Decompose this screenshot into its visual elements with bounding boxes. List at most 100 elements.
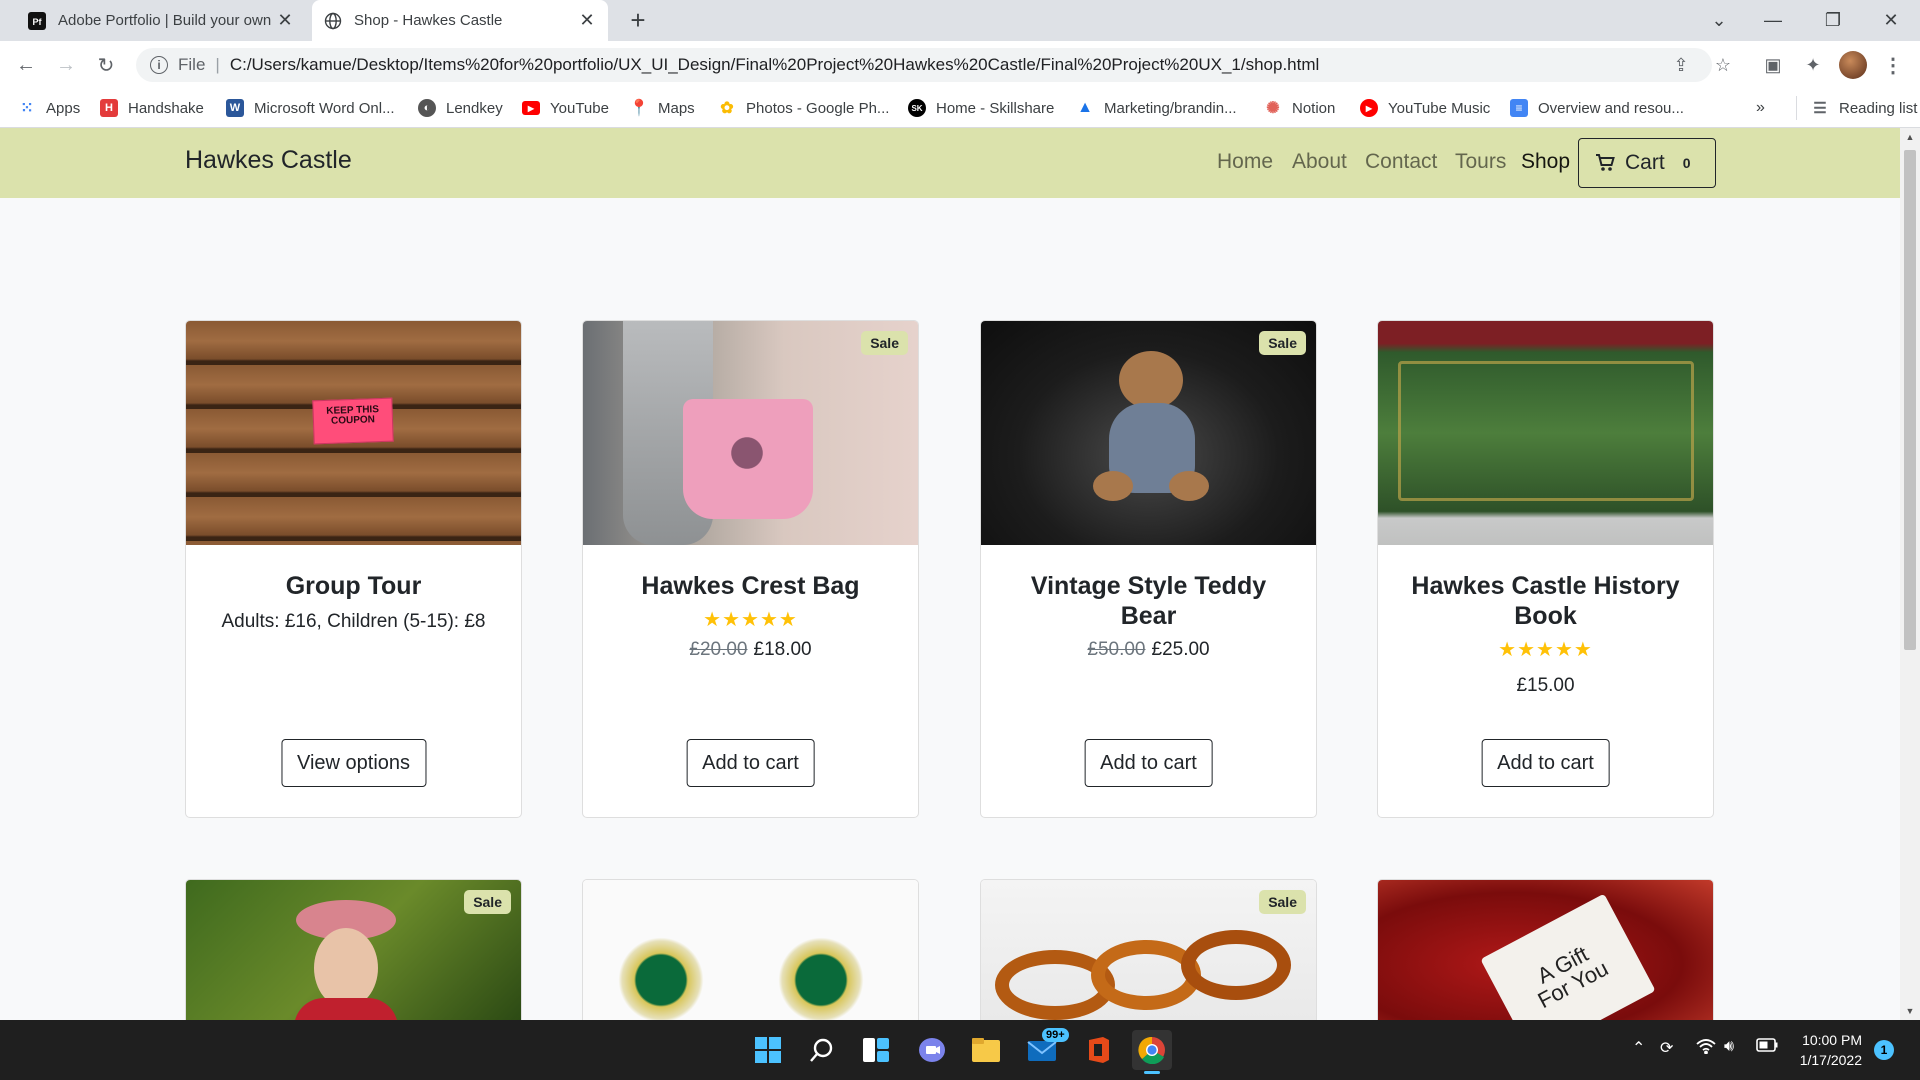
wood-coupon-photo[interactable]: KEEP THIS COUPON [186, 321, 521, 545]
bookmark-word[interactable]: W Microsoft Word Onl... [226, 89, 395, 127]
scrollbar-thumb[interactable] [1904, 150, 1916, 650]
close-tab-icon[interactable]: ✕ [276, 10, 294, 31]
add-to-cart-button[interactable]: Add to cart [1084, 739, 1213, 787]
tab-title: Shop - Hawkes Castle [354, 12, 503, 29]
product-price: £15.00 [1516, 675, 1575, 696]
office-icon[interactable] [1078, 1030, 1118, 1070]
search-icon[interactable] [802, 1030, 842, 1070]
widgets-icon[interactable] [856, 1030, 896, 1070]
handshake-icon: H [100, 99, 118, 117]
bookmark-drive[interactable]: ▲ Marketing/brandin... [1076, 89, 1237, 127]
nav-link-home[interactable]: Home [1217, 150, 1273, 174]
file-explorer-icon[interactable] [966, 1030, 1006, 1070]
bookmark-label: YouTube [550, 99, 609, 117]
windows-start-icon[interactable] [748, 1030, 788, 1070]
bookmark-apps[interactable]: ⁙ Apps [18, 89, 80, 127]
bookmark-lendkey[interactable]: ◐ Lendkey [418, 89, 503, 127]
green-book-photo[interactable] [1378, 321, 1713, 545]
bookmark-handshake[interactable]: H Handshake [100, 89, 204, 127]
bookmark-label: Notion [1292, 99, 1336, 117]
sale-badge: Sale [464, 890, 511, 914]
system-clock[interactable]: 10:00 PM 1/17/2022 [1790, 1030, 1862, 1070]
view-options-button[interactable]: View options [280, 739, 427, 787]
tab-search-icon[interactable]: ⌄ [1692, 0, 1746, 41]
new-tab-button[interactable]: + [624, 6, 652, 34]
volume-icon[interactable]: 🔊︎ [1724, 1038, 1734, 1056]
bookmark-maps[interactable]: 📍 Maps [629, 89, 695, 127]
notification-badge[interactable]: 1 [1874, 1040, 1894, 1060]
apps-grid-icon: ⁙ [20, 100, 34, 117]
forward-icon[interactable]: → [50, 49, 82, 81]
amber-bracelet-photo[interactable]: Sale [981, 880, 1316, 1020]
chrome-icon[interactable] [1132, 1030, 1172, 1074]
doll-photo[interactable]: Sale [186, 880, 521, 1020]
adobe-portfolio-icon: Pf [28, 11, 46, 30]
url-text[interactable]: C:/Users/kamue/Desktop/Items%20for%20por… [230, 55, 1319, 75]
restore-icon[interactable]: ❐ [1806, 0, 1860, 41]
reload-icon[interactable]: ↻ [90, 49, 122, 81]
product-card-amber-bracelet: Sale [980, 879, 1317, 1020]
product-price: £20.00 £18.00 [603, 639, 898, 661]
nav-link-contact[interactable]: Contact [1365, 150, 1437, 174]
notion-icon: ✺ [1266, 100, 1280, 117]
scroll-down-icon[interactable]: ▼ [1905, 1006, 1915, 1016]
svg-text:Pf: Pf [33, 17, 43, 27]
scroll-up-icon[interactable]: ▲ [1905, 132, 1915, 142]
menu-kebab-icon[interactable]: ⋮ [1876, 47, 1910, 83]
share-icon[interactable]: ⇪ [1664, 47, 1698, 83]
bear-head [1119, 351, 1183, 409]
browser-tab-adobe-portfolio[interactable]: Pf Adobe Portfolio | Build your own ✕ [16, 0, 306, 41]
product-card-doll: Sale [185, 879, 522, 1020]
cart-button[interactable]: Cart 0 [1578, 138, 1716, 188]
bear-foot [1093, 471, 1133, 501]
nav-link-about[interactable]: About [1292, 150, 1347, 174]
separator: | [215, 55, 220, 74]
teddy-bear-photo[interactable]: Sale [981, 321, 1316, 545]
gift-tag-photo[interactable]: A Gift For You [1378, 880, 1713, 1020]
cart-label: Cart [1625, 151, 1665, 174]
sync-icon[interactable]: ⟳ [1660, 1038, 1673, 1058]
add-to-cart-button[interactable]: Add to cart [1481, 739, 1610, 787]
drive-icon: ▲ [1077, 99, 1093, 116]
bookmark-youtube[interactable]: ▶ YouTube [522, 89, 609, 127]
puzzle-extensions-icon[interactable]: ✦ [1796, 47, 1830, 83]
page-scrollbar[interactable]: ▲ ▼ [1900, 128, 1920, 1020]
bookmark-notion[interactable]: ✺ Notion [1264, 89, 1335, 127]
battery-icon[interactable] [1756, 1038, 1778, 1057]
nav-link-tours[interactable]: Tours [1455, 150, 1506, 174]
tab-title: Adobe Portfolio | Build your own [58, 12, 272, 29]
bookmark-photos[interactable]: ✿ Photos - Google Ph... [718, 89, 889, 127]
pink-bag-photo[interactable]: Sale [583, 321, 918, 545]
maps-icon: 📍 [629, 100, 649, 117]
bookmark-skillshare[interactable]: SK Home - Skillshare [908, 89, 1054, 127]
profile-avatar[interactable] [1836, 47, 1870, 83]
doll-face [314, 928, 378, 1008]
back-icon[interactable]: ← [10, 49, 42, 81]
reading-list-button[interactable]: ☰ Reading list [1796, 96, 1917, 120]
site-brand[interactable]: Hawkes Castle [185, 146, 352, 175]
mail-icon[interactable]: 99+ [1022, 1028, 1069, 1070]
minimize-icon[interactable]: — [1746, 0, 1800, 41]
product-card-crest-bag: Sale Hawkes Crest Bag ★★★★★ £20.00 £18.00… [582, 320, 919, 818]
wifi-icon[interactable] [1696, 1038, 1716, 1059]
add-to-cart-button[interactable]: Add to cart [686, 739, 815, 787]
browser-tab-strip: Pf Adobe Portfolio | Build your own ✕ Sh… [0, 0, 1920, 41]
extension-icon[interactable]: ▣ [1756, 47, 1790, 83]
bookmarks-overflow-button[interactable]: » [1756, 89, 1765, 127]
bookmark-star-icon[interactable]: ☆ [1706, 47, 1740, 83]
product-price: £50.00 £25.00 [1001, 639, 1296, 661]
emerald-earrings-photo[interactable] [583, 880, 918, 1020]
teams-chat-icon[interactable] [912, 1030, 952, 1070]
nav-link-shop[interactable]: Shop [1521, 150, 1570, 174]
scheme-label: File [178, 55, 206, 74]
bookmark-youtube-music[interactable]: ▶ YouTube Music [1360, 89, 1490, 127]
close-window-icon[interactable]: ✕ [1864, 0, 1918, 41]
address-bar[interactable]: i File | C:/Users/kamue/Desktop/Items%20… [136, 48, 1712, 82]
info-icon[interactable]: i [150, 56, 168, 74]
close-tab-icon[interactable]: ✕ [578, 10, 596, 31]
bookmark-docs[interactable]: ≡ Overview and resou... [1510, 89, 1684, 127]
site-navbar: Hawkes Castle Home About Contact Tours S… [0, 128, 1900, 198]
browser-tab-shop[interactable]: Shop - Hawkes Castle ✕ [312, 0, 608, 41]
sale-badge: Sale [1259, 331, 1306, 355]
show-hidden-icons[interactable]: ⌃ [1632, 1038, 1645, 1058]
